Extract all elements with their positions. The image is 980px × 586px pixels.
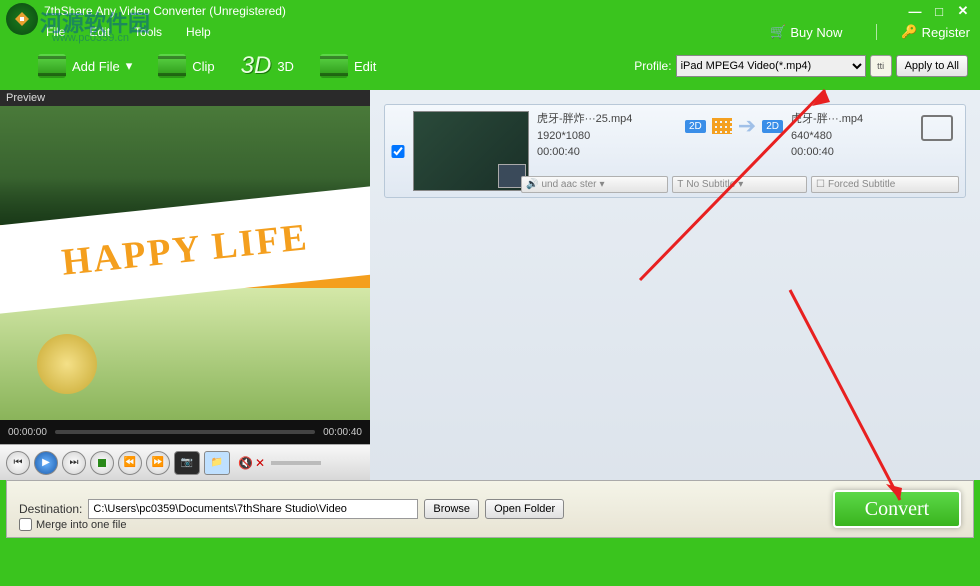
audio-track-button[interactable]: 🔊 und aac ster ▾ — [521, 176, 668, 193]
target-duration: 00:00:40 — [791, 144, 863, 161]
destination-input[interactable] — [88, 499, 418, 519]
edit-label: Edit — [354, 59, 376, 74]
minimize-button[interactable]: — — [904, 3, 926, 19]
bottom-bar: Destination: Browse Open Folder Merge in… — [6, 480, 974, 538]
add-file-label: Add File — [72, 59, 120, 74]
device-icon — [921, 115, 953, 141]
maximize-button[interactable]: □ — [928, 3, 950, 19]
play-button[interactable]: ▶ — [34, 451, 58, 475]
forced-subtitle-button[interactable]: ☐ Forced Subtitle — [811, 176, 959, 193]
snapshot-button[interactable]: 📷 — [174, 451, 200, 475]
3d-label: 3D — [277, 59, 294, 74]
3d-icon: 3D — [241, 52, 272, 80]
file-list-panel: 虎牙-胖炸···25.mp4 1920*1080 00:00:40 2D ➔ 2… — [370, 90, 980, 480]
target-file-meta: 虎牙-胖···.mp4 640*480 00:00:40 — [791, 111, 863, 161]
audio-label: und aac ster — [541, 179, 596, 190]
file-thumbnail — [413, 111, 529, 191]
menu-bar: File Edit Tools Help 🛒 Buy Now 🔑 Registe… — [0, 22, 980, 42]
source-resolution: 1920*1080 — [537, 128, 677, 145]
3d-button[interactable]: 3D 3D — [241, 52, 294, 80]
menu-tools[interactable]: Tools — [134, 25, 162, 39]
merge-checkbox[interactable] — [19, 518, 32, 531]
app-logo-icon — [6, 3, 38, 35]
buy-now-link[interactable]: 🛒 Buy Now — [770, 24, 842, 40]
arrow-icon: ➔ — [738, 113, 756, 139]
register-label: Register — [922, 25, 970, 40]
subtitle-button[interactable]: T No Subtitle ▾ — [672, 176, 807, 193]
file-checkbox[interactable] — [391, 145, 405, 158]
grid-icon — [712, 118, 732, 134]
title-bar: 7thShare Any Video Converter (Unregister… — [0, 0, 980, 22]
target-filename: 虎牙-胖···.mp4 — [791, 111, 863, 128]
prev-button[interactable]: ⏮ — [6, 451, 30, 475]
dropdown-icon: ▾ — [126, 58, 133, 74]
source-duration: 00:00:40 — [537, 144, 677, 161]
menu-file[interactable]: File — [46, 25, 65, 39]
close-button[interactable]: ✕ — [952, 3, 974, 19]
buy-now-label: Buy Now — [790, 25, 842, 40]
register-link[interactable]: 🔑 Register — [901, 24, 970, 40]
add-file-button[interactable]: Add File ▾ — [38, 54, 132, 78]
volume-control[interactable]: 🔇 ✕ — [238, 456, 321, 470]
menu-help[interactable]: Help — [186, 25, 211, 39]
open-folder-button[interactable]: Open Folder — [485, 499, 564, 519]
film-reel-icon — [38, 54, 66, 78]
dst-2d-badge: 2D — [762, 120, 783, 133]
preview-header: Preview — [0, 90, 370, 106]
profile-label: Profile: — [634, 59, 671, 73]
preview-video-frame[interactable]: HAPPY LIFE — [0, 106, 370, 420]
source-file-meta: 虎牙-胖炸···25.mp4 1920*1080 00:00:40 — [537, 111, 677, 161]
main-area: Preview HAPPY LIFE 00:00:00 00:00:40 ⏮ ▶… — [0, 90, 980, 480]
target-resolution: 640*480 — [791, 128, 863, 145]
seek-slider[interactable] — [55, 430, 315, 434]
src-2d-badge: 2D — [685, 120, 706, 133]
film-edit-icon — [320, 54, 348, 78]
window-title: 7thShare Any Video Converter (Unregister… — [44, 4, 286, 18]
player-controls: ⏮ ▶ ⏭ ⏪ ⏩ 📷 📁 🔇 ✕ — [0, 444, 370, 480]
profile-select[interactable]: iPad MPEG4 Video(*.mp4) — [676, 55, 866, 77]
destination-label: Destination: — [19, 502, 82, 516]
time-total: 00:00:40 — [323, 427, 362, 438]
source-filename: 虎牙-胖炸···25.mp4 — [537, 111, 677, 128]
snapshot-folder-button[interactable]: 📁 — [204, 451, 230, 475]
clip-label: Clip — [192, 59, 214, 74]
time-bar: 00:00:00 00:00:40 — [0, 420, 370, 444]
divider — [876, 24, 877, 40]
stop-button[interactable] — [90, 451, 114, 475]
clip-button[interactable]: Clip — [158, 54, 214, 78]
settings-tool-button[interactable]: tti — [870, 55, 892, 77]
menu-edit[interactable]: Edit — [89, 25, 110, 39]
forced-label: Forced Subtitle — [828, 179, 895, 190]
key-icon: 🔑 — [901, 24, 917, 40]
conversion-flow: 2D ➔ 2D — [685, 113, 783, 139]
preview-panel: Preview HAPPY LIFE 00:00:00 00:00:40 ⏮ ▶… — [0, 90, 370, 480]
edit-button[interactable]: Edit — [320, 54, 376, 78]
browse-button[interactable]: Browse — [424, 499, 479, 519]
apply-to-all-button[interactable]: Apply to All — [896, 55, 968, 77]
next-button[interactable]: ⏭ — [62, 451, 86, 475]
merge-label: Merge into one file — [36, 519, 127, 531]
file-list-item[interactable]: 虎牙-胖炸···25.mp4 1920*1080 00:00:40 2D ➔ 2… — [384, 104, 966, 198]
film-clip-icon — [158, 54, 186, 78]
subtitle-label: No Subtitle — [686, 179, 735, 190]
step-fwd-button[interactable]: ⏩ — [146, 451, 170, 475]
convert-button[interactable]: Convert — [833, 490, 961, 528]
step-back-button[interactable]: ⏪ — [118, 451, 142, 475]
toolbar: Add File ▾ Clip 3D 3D Edit Profile: iPad… — [0, 42, 980, 90]
time-current: 00:00:00 — [8, 427, 47, 438]
cart-icon: 🛒 — [770, 24, 786, 40]
